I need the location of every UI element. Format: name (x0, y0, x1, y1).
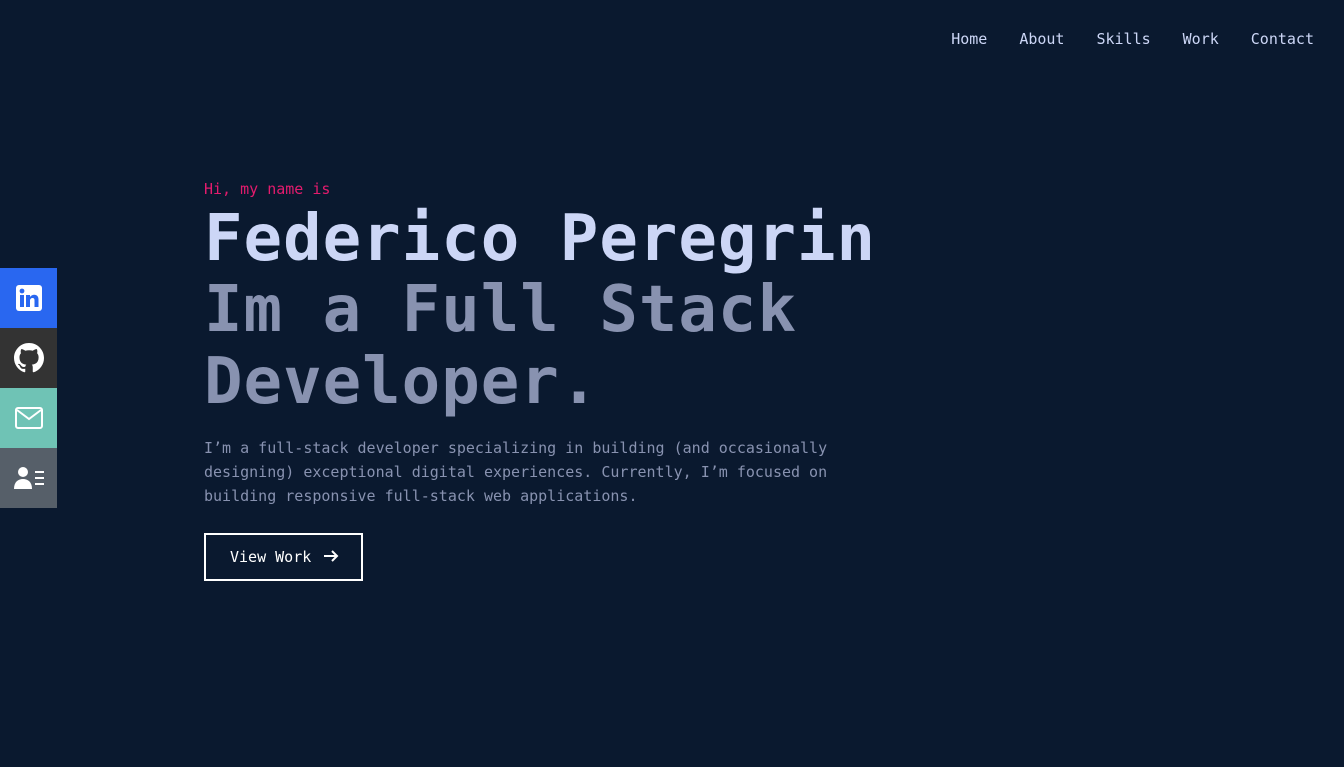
hero-role: Im a Full Stack Developer. (204, 273, 797, 419)
social-sidebar (0, 268, 57, 508)
nav-home[interactable]: Home (951, 28, 987, 50)
top-nav: Home About Skills Work Contact (919, 28, 1314, 50)
github-icon (13, 343, 44, 373)
hero-description: I’m a full-stack developer specializing … (204, 439, 828, 505)
hero-section: Hi, my name is Federico Peregrin Im a Fu… (204, 178, 1104, 581)
nav-work[interactable]: Work (1183, 28, 1219, 50)
view-work-button[interactable]: View Work (204, 533, 364, 581)
contact-card-icon (13, 465, 45, 491)
resume-link[interactable] (0, 448, 57, 508)
linkedin-link[interactable] (0, 268, 57, 328)
nav-about[interactable]: About (1019, 28, 1064, 50)
nav-contact[interactable]: Contact (1251, 28, 1314, 50)
arrow-right-icon (323, 548, 339, 566)
hero-name: Federico Peregrin (204, 202, 877, 276)
mail-icon (14, 406, 44, 430)
github-link[interactable] (0, 328, 57, 388)
nav-skills[interactable]: Skills (1096, 28, 1150, 50)
linkedin-icon (15, 284, 43, 312)
greeting-text: Hi, my name is (204, 180, 331, 198)
mail-link[interactable] (0, 388, 57, 448)
view-work-label: View Work (230, 548, 312, 566)
page: Home About Skills Work Contact Hi, my na… (0, 0, 1344, 767)
